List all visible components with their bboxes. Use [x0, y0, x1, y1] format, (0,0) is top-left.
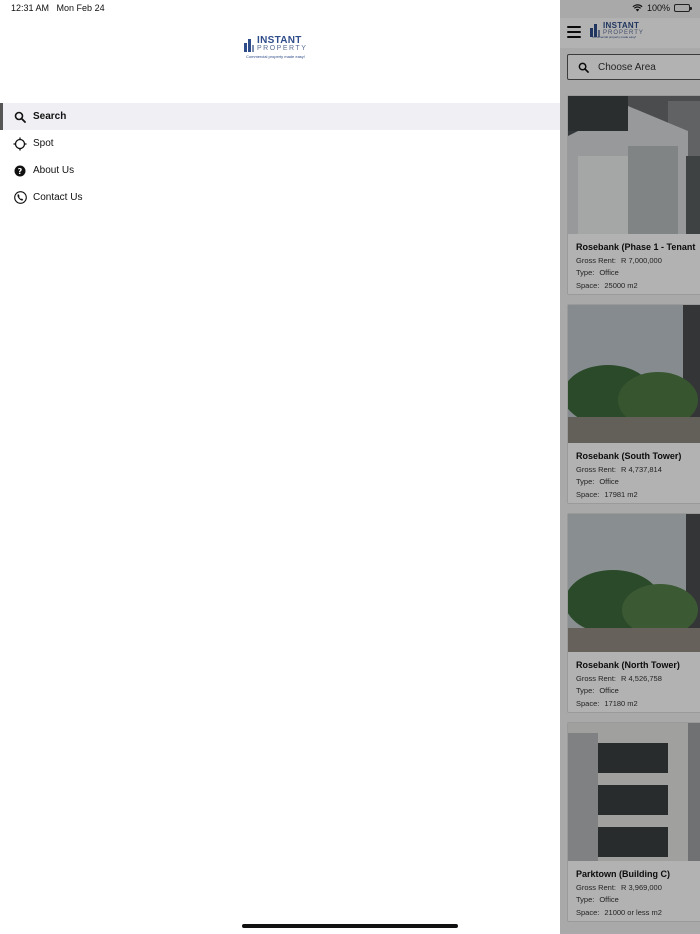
drawer-logo: INSTANT PROPERTY Commercial property mad… — [244, 36, 316, 62]
svg-text:?: ? — [18, 166, 23, 175]
menu-item-spot[interactable]: Spot — [0, 130, 560, 157]
status-date: Mon Feb 24 — [56, 3, 105, 13]
menu-item-label: Contact Us — [33, 192, 83, 203]
menu-item-about-us[interactable]: ? About Us — [0, 157, 560, 184]
wifi-icon — [632, 4, 643, 12]
drawer-dim-overlay[interactable] — [560, 0, 700, 934]
menu-item-search[interactable]: Search — [0, 103, 560, 130]
menu-item-label: Search — [33, 111, 67, 122]
status-indicators: 100% — [632, 3, 692, 13]
phone-icon — [13, 191, 27, 205]
status-clock: 12:31 AM — [11, 3, 50, 13]
help-circle-icon: ? — [13, 164, 27, 178]
menu-item-contact-us[interactable]: Contact Us — [0, 184, 560, 211]
battery-icon — [674, 4, 692, 12]
side-drawer: INSTANT PROPERTY Commercial property mad… — [0, 0, 560, 934]
logo-tagline: Commercial property made easy! — [246, 54, 305, 59]
drawer-menu: Search Spot ? About Us Contact Us — [0, 103, 560, 211]
building-logo-icon — [244, 39, 254, 52]
menu-item-label: About Us — [33, 165, 75, 176]
status-time: 12:31 AM Mon Feb 24 — [11, 3, 105, 13]
search-icon — [13, 110, 27, 124]
logo-sub: PROPERTY — [257, 45, 308, 52]
crosshair-icon — [13, 137, 27, 151]
status-bar: 12:31 AM Mon Feb 24 100% — [0, 0, 700, 18]
menu-item-label: Spot — [33, 138, 54, 149]
battery-percent: 100% — [646, 3, 670, 13]
home-indicator[interactable] — [242, 924, 458, 928]
